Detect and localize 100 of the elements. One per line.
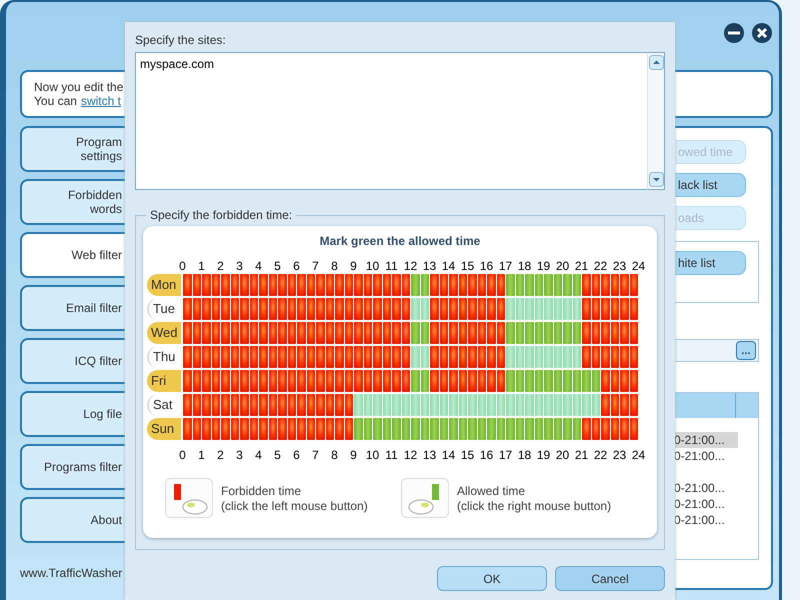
forbidden-hour-cell[interactable] <box>601 274 620 296</box>
forbidden-hour-cell[interactable] <box>278 322 297 344</box>
forbidden-hour-cell[interactable] <box>297 394 316 416</box>
forbidden-hour-cell[interactable] <box>202 274 221 296</box>
allowed-hour-cell[interactable] <box>354 418 373 440</box>
allowed-hour-cell[interactable] <box>411 394 430 416</box>
forbidden-hour-cell[interactable] <box>316 346 335 368</box>
allowed-hour-cell[interactable] <box>487 418 506 440</box>
forbidden-hour-cell[interactable] <box>449 370 468 392</box>
forbidden-hour-cell[interactable] <box>278 274 297 296</box>
allowed-hour-cell[interactable] <box>506 370 525 392</box>
cancel-button[interactable]: Cancel <box>555 566 665 591</box>
allowed-hour-cell[interactable] <box>525 274 544 296</box>
allowed-hour-cell[interactable] <box>487 394 506 416</box>
allowed-hour-cell[interactable] <box>544 346 563 368</box>
allowed-hour-cell[interactable] <box>411 418 430 440</box>
allowed-hour-cell[interactable] <box>563 274 582 296</box>
allowed-hour-cell[interactable] <box>373 418 392 440</box>
forbidden-hour-cell[interactable] <box>392 322 411 344</box>
forbidden-hour-cell[interactable] <box>601 370 620 392</box>
allowed-hour-cell[interactable] <box>449 418 468 440</box>
allowed-hour-cell[interactable] <box>354 394 373 416</box>
forbidden-hour-cell[interactable] <box>316 418 335 440</box>
forbidden-hour-cell[interactable] <box>487 274 506 296</box>
allowed-hour-cell[interactable] <box>544 418 563 440</box>
forbidden-hour-cell[interactable] <box>335 274 354 296</box>
forbidden-hour-cell[interactable] <box>620 322 639 344</box>
forbidden-hour-cell[interactable] <box>183 322 202 344</box>
allowed-hour-cell[interactable] <box>563 394 582 416</box>
allowed-hour-cell[interactable] <box>373 394 392 416</box>
allowed-hour-cell[interactable] <box>563 346 582 368</box>
allowed-hour-cell[interactable] <box>411 322 430 344</box>
ok-button[interactable]: OK <box>437 566 547 591</box>
forbidden-hour-cell[interactable] <box>259 418 278 440</box>
allowed-hour-cell[interactable] <box>525 418 544 440</box>
forbidden-hour-cell[interactable] <box>259 394 278 416</box>
table-row[interactable]: 0-21:00... <box>672 432 738 448</box>
forbidden-hour-cell[interactable] <box>601 346 620 368</box>
forbidden-hour-cell[interactable] <box>259 370 278 392</box>
forbidden-hour-cell[interactable] <box>240 322 259 344</box>
forbidden-hour-cell[interactable] <box>297 274 316 296</box>
allowed-hour-cell[interactable] <box>544 394 563 416</box>
allowed-hour-cell[interactable] <box>525 298 544 320</box>
forbidden-hour-cell[interactable] <box>259 274 278 296</box>
forbidden-hour-cell[interactable] <box>620 274 639 296</box>
forbidden-hour-cell[interactable] <box>316 370 335 392</box>
forbidden-hour-cell[interactable] <box>183 418 202 440</box>
forbidden-hour-cell[interactable] <box>221 394 240 416</box>
forbidden-hour-cell[interactable] <box>620 346 639 368</box>
forbidden-hour-cell[interactable] <box>354 322 373 344</box>
forbidden-hour-cell[interactable] <box>316 274 335 296</box>
allowed-hour-cell[interactable] <box>525 370 544 392</box>
allowed-hour-cell[interactable] <box>392 418 411 440</box>
forbidden-hour-cell[interactable] <box>316 394 335 416</box>
forbidden-hour-cell[interactable] <box>601 322 620 344</box>
allowed-hour-cell[interactable] <box>430 418 449 440</box>
forbidden-hour-cell[interactable] <box>487 346 506 368</box>
forbidden-hour-cell[interactable] <box>183 298 202 320</box>
forbidden-hour-cell[interactable] <box>392 298 411 320</box>
forbidden-hour-cell[interactable] <box>221 418 240 440</box>
forbidden-hour-cell[interactable] <box>335 370 354 392</box>
allowed-hour-cell[interactable] <box>563 418 582 440</box>
forbidden-hour-cell[interactable] <box>487 370 506 392</box>
forbidden-hour-cell[interactable] <box>601 394 620 416</box>
forbidden-hour-cell[interactable] <box>259 298 278 320</box>
forbidden-hour-cell[interactable] <box>468 346 487 368</box>
forbidden-hour-cell[interactable] <box>373 322 392 344</box>
forbidden-hour-cell[interactable] <box>468 274 487 296</box>
forbidden-hour-cell[interactable] <box>202 346 221 368</box>
minimize-icon[interactable] <box>723 22 745 44</box>
forbidden-hour-cell[interactable] <box>468 322 487 344</box>
table-row[interactable]: 0-21:00... <box>672 496 738 512</box>
forbidden-hour-cell[interactable] <box>430 370 449 392</box>
forbidden-hour-cell[interactable] <box>582 418 601 440</box>
allowed-hour-cell[interactable] <box>506 298 525 320</box>
forbidden-hour-cell[interactable] <box>221 370 240 392</box>
forbidden-hour-cell[interactable] <box>582 298 601 320</box>
forbidden-hour-cell[interactable] <box>240 274 259 296</box>
forbidden-hour-cell[interactable] <box>297 298 316 320</box>
forbidden-hour-cell[interactable] <box>620 370 639 392</box>
close-icon[interactable] <box>751 22 773 44</box>
forbidden-hour-cell[interactable] <box>183 394 202 416</box>
forbidden-hour-cell[interactable] <box>278 418 297 440</box>
allowed-hour-cell[interactable] <box>525 346 544 368</box>
scroll-up-icon[interactable] <box>649 55 664 70</box>
forbidden-hour-cell[interactable] <box>202 322 221 344</box>
forbidden-hour-cell[interactable] <box>620 418 639 440</box>
forbidden-hour-cell[interactable] <box>620 298 639 320</box>
forbidden-hour-cell[interactable] <box>392 370 411 392</box>
forbidden-hour-cell[interactable] <box>430 298 449 320</box>
forbidden-hour-cell[interactable] <box>202 298 221 320</box>
forbidden-hour-cell[interactable] <box>487 298 506 320</box>
table-row[interactable]: 0-21:00... <box>672 480 738 496</box>
forbidden-hour-cell[interactable] <box>202 370 221 392</box>
forbidden-hour-cell[interactable] <box>297 418 316 440</box>
allowed-hour-cell[interactable] <box>506 346 525 368</box>
allowed-hour-cell[interactable] <box>544 274 563 296</box>
forbidden-hour-cell[interactable] <box>240 394 259 416</box>
allowed-hour-cell[interactable] <box>544 322 563 344</box>
allowed-hour-cell[interactable] <box>411 298 430 320</box>
